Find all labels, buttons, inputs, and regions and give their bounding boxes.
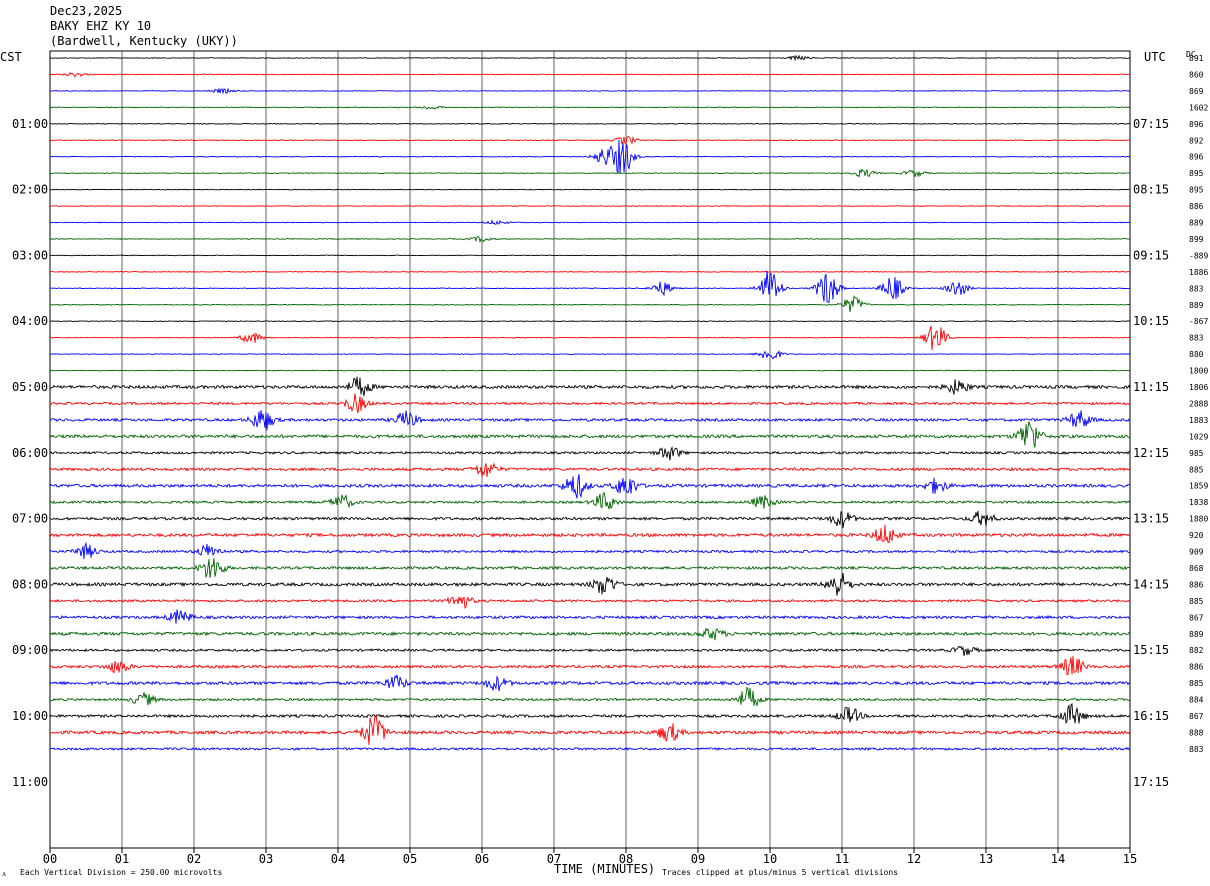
dc-value: 880: [1189, 350, 1204, 359]
trace-black: [49, 122, 1131, 125]
dc-value: 1859: [1189, 482, 1208, 491]
trace-black: [49, 320, 1131, 323]
dc-value: 891: [1189, 54, 1204, 63]
dc-value: 985: [1189, 449, 1204, 458]
plot-frame: [49, 50, 1131, 849]
dc-value: 883: [1189, 745, 1204, 754]
dc-value: 884: [1189, 696, 1204, 705]
dc-value: 896: [1189, 153, 1204, 162]
dc-value: 920: [1189, 531, 1204, 540]
dc-value: 883: [1189, 334, 1204, 343]
dc-value: 868: [1189, 564, 1204, 573]
trace-black: [49, 188, 1130, 191]
dc-value: 1029: [1189, 432, 1208, 441]
left-hour-label: 04:00: [12, 314, 48, 328]
dc-value: 896: [1189, 120, 1204, 129]
header-date: Dec23,2025: [50, 4, 122, 18]
dc-value: -889: [1189, 251, 1208, 260]
dc-value: 1883: [1189, 416, 1208, 425]
dc-value: 885: [1189, 597, 1204, 606]
right-hour-label: 14:15: [1133, 577, 1169, 591]
dc-value: 869: [1189, 87, 1204, 96]
helicorder-chart: Dec23,2025 BAKY EHZ KY 10 (Bardwell, Ken…: [0, 4, 1208, 878]
dc-value: 867: [1189, 712, 1204, 721]
x-tick-label: 14: [1051, 852, 1065, 866]
dc-value: 899: [1189, 235, 1204, 244]
footer-mark: ᴧ: [2, 869, 6, 878]
x-tick-label: 09: [691, 852, 705, 866]
dc-value: 1800: [1189, 367, 1208, 376]
header-station: BAKY EHZ KY 10: [50, 19, 151, 33]
dc-value: 1886: [1189, 268, 1208, 277]
footer-clip: Traces clipped at plus/minus 5 vertical …: [662, 868, 898, 877]
left-hour-label: 07:00: [12, 512, 48, 526]
left-hour-label: 01:00: [12, 117, 48, 131]
right-hour-label: 13:15: [1133, 512, 1169, 526]
left-hour-label: 05:00: [12, 380, 48, 394]
right-timezone: UTC: [1144, 50, 1166, 64]
left-timezone: CST: [0, 50, 22, 64]
x-tick-label: 05: [403, 852, 417, 866]
dc-value: 895: [1189, 169, 1204, 178]
right-hour-label: 16:15: [1133, 709, 1169, 723]
right-hour-label: 15:15: [1133, 643, 1169, 657]
dc-value: 885: [1189, 465, 1204, 474]
x-tick-label: 13: [979, 852, 993, 866]
dc-value: 909: [1189, 548, 1204, 557]
dc-value: 867: [1189, 613, 1204, 622]
right-hour-label: 17:15: [1133, 775, 1169, 789]
dc-value: 885: [1189, 679, 1204, 688]
left-hour-labels: 01:00 02:00 03:00 04:00 05:00 06:00 07:00 08:00…: [12, 117, 48, 789]
dc-value: 883: [1189, 284, 1204, 293]
left-hour-label: 08:00: [12, 577, 48, 591]
dc-value: 889: [1189, 630, 1204, 639]
right-hour-label: 08:15: [1133, 183, 1169, 197]
x-tick-label: 10: [763, 852, 777, 866]
right-hour-label: 11:15: [1133, 380, 1169, 394]
x-tick-label: 01: [115, 852, 129, 866]
dc-value: 888: [1189, 728, 1204, 737]
dc-value: 886: [1189, 663, 1204, 672]
dc-value: 889: [1189, 219, 1204, 228]
x-axis-label: TIME (MINUTES): [554, 862, 655, 876]
header-location: (Bardwell, Kentucky (UKY)): [50, 34, 238, 48]
left-hour-label: 11:00: [12, 775, 48, 789]
dc-value: 1838: [1189, 498, 1208, 507]
x-tick-label: 03: [259, 852, 273, 866]
right-hour-label: 09:15: [1133, 248, 1169, 262]
dc-value: 886: [1189, 202, 1204, 211]
dc-value: 1602: [1189, 103, 1208, 112]
dc-values: 891 860 869 1602 896 892 896 895 895 886 889 899 -88…: [1189, 54, 1208, 754]
x-tick-label: 11: [835, 852, 849, 866]
x-tick-label: 15: [1123, 852, 1137, 866]
x-tick-label: 00: [43, 852, 57, 866]
x-tick-label: 02: [187, 852, 201, 866]
x-tick-label: 04: [331, 852, 345, 866]
dc-value: -867: [1189, 317, 1208, 326]
x-tick-label: 06: [475, 852, 489, 866]
left-hour-label: 09:00: [12, 643, 48, 657]
dc-value: 1806: [1189, 383, 1208, 392]
dc-value: 889: [1189, 301, 1204, 310]
dc-value: 886: [1189, 580, 1204, 589]
right-hour-labels: 07:15 08:15 09:15 10:15 11:15 12:15 13:15 14:15…: [1133, 117, 1169, 789]
dc-value: 2888: [1189, 399, 1208, 408]
left-hour-label: 06:00: [12, 446, 48, 460]
dc-value: 1880: [1189, 515, 1208, 524]
left-hour-label: 10:00: [12, 709, 48, 723]
left-hour-label: 03:00: [12, 248, 48, 262]
right-hour-label: 12:15: [1133, 446, 1169, 460]
trace-green: [49, 369, 1131, 372]
dc-value: 882: [1189, 646, 1204, 655]
x-tick-label: 12: [907, 852, 921, 866]
left-hour-label: 02:00: [12, 183, 48, 197]
right-hour-label: 10:15: [1133, 314, 1169, 328]
dc-value: 895: [1189, 186, 1204, 195]
right-hour-label: 07:15: [1133, 117, 1169, 131]
dc-value: 892: [1189, 136, 1204, 145]
footer-scale: Each Vertical Division = 250.00 microvol…: [20, 868, 222, 877]
dc-value: 860: [1189, 70, 1204, 79]
